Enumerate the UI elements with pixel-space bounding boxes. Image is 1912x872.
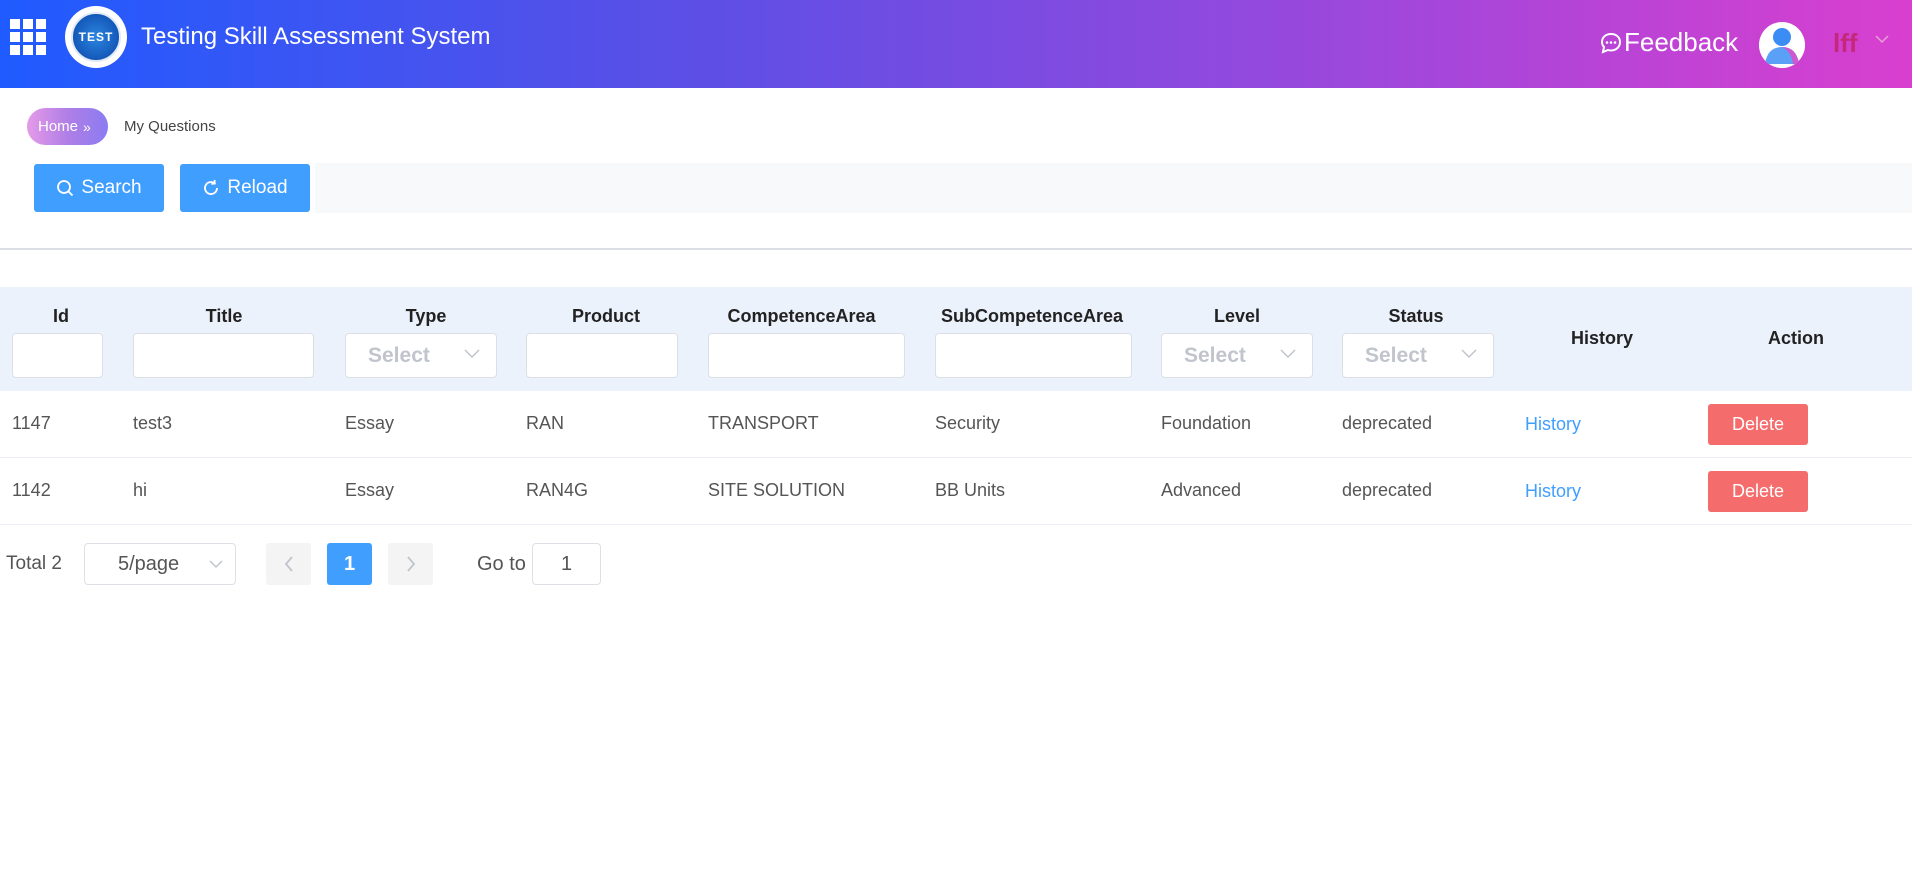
chat-bubble-icon <box>1600 32 1622 54</box>
chevron-down-icon <box>1461 349 1477 359</box>
top-header: TEST Testing Skill Assessment System Fee… <box>0 0 1912 88</box>
competence-area-filter-input[interactable] <box>708 333 905 378</box>
cell-sub-competence-area: BB Units <box>935 480 1006 500</box>
cell-sub-competence-area: Security <box>935 413 1001 433</box>
chevron-right-icon <box>406 556 415 572</box>
section-divider <box>0 248 1912 250</box>
app-title: Testing Skill Assessment System <box>141 23 491 50</box>
row-divider <box>0 524 1912 525</box>
double-chevron-right-icon: » <box>83 118 91 135</box>
breadcrumb-home[interactable]: Home » <box>27 108 108 145</box>
chevron-down-icon <box>1280 349 1296 359</box>
cell-status: deprecated <box>1342 480 1433 500</box>
product-filter-input[interactable] <box>526 333 678 378</box>
status-filter-select[interactable]: Select <box>1342 333 1494 378</box>
search-icon <box>57 180 74 197</box>
column-header-status[interactable]: Status <box>1341 306 1491 327</box>
goto-page-input[interactable]: 1 <box>532 543 601 585</box>
sub-competence-area-filter-input[interactable] <box>935 333 1132 378</box>
delete-button[interactable]: Delete <box>1708 471 1808 512</box>
page-size-select[interactable]: 5/page <box>84 543 236 585</box>
feedback-button[interactable]: Feedback <box>1600 27 1738 58</box>
refresh-icon <box>204 179 219 195</box>
chevron-down-icon <box>464 349 480 359</box>
column-header-title[interactable]: Title <box>134 306 314 327</box>
cell-level: Foundation <box>1161 413 1252 433</box>
chevron-down-icon[interactable] <box>1875 34 1889 44</box>
column-header-id[interactable]: Id <box>12 306 110 327</box>
page-size-value: 5/page <box>118 552 180 575</box>
user-avatar[interactable] <box>1759 22 1805 68</box>
prev-page-button[interactable] <box>266 543 311 585</box>
level-filter-placeholder: Select <box>1184 343 1246 367</box>
pagination-total: Total 2 <box>6 553 62 574</box>
logo-badge: TEST <box>71 12 121 62</box>
feedback-label: Feedback <box>1624 27 1739 57</box>
next-page-button[interactable] <box>388 543 433 585</box>
search-button[interactable]: Search <box>34 164 164 212</box>
search-button-label: Search <box>81 177 142 198</box>
chevron-down-icon <box>209 560 223 569</box>
cell-level: Advanced <box>1161 480 1242 500</box>
column-header-sub-competence-area[interactable]: SubCompetenceArea <box>932 306 1132 327</box>
cell-id: 1147 <box>12 413 51 433</box>
id-filter-input[interactable] <box>12 333 103 378</box>
reload-button-label: Reload <box>227 177 288 198</box>
cell-competence-area: TRANSPORT <box>708 413 819 433</box>
toolbar-background <box>315 163 1912 213</box>
cell-product: RAN <box>526 413 565 433</box>
status-filter-placeholder: Select <box>1365 343 1427 367</box>
row-divider <box>0 457 1912 458</box>
app-logo: TEST <box>65 6 127 68</box>
history-link[interactable]: History <box>1525 414 1581 435</box>
column-header-action: Action <box>1768 328 1824 348</box>
cell-product: RAN4G <box>526 480 589 500</box>
level-filter-select[interactable]: Select <box>1161 333 1313 378</box>
column-header-product[interactable]: Product <box>526 306 686 327</box>
cell-id: 1142 <box>12 480 51 500</box>
breadcrumb-home-label: Home <box>38 118 79 135</box>
apps-grid-icon[interactable] <box>10 19 46 55</box>
type-filter-select[interactable]: Select <box>345 333 497 378</box>
page-number-button[interactable]: 1 <box>327 543 372 585</box>
column-header-type[interactable]: Type <box>345 306 507 327</box>
user-icon <box>1759 22 1805 68</box>
column-header-level[interactable]: Level <box>1160 306 1314 327</box>
title-filter-input[interactable] <box>133 333 314 378</box>
cell-status: deprecated <box>1342 413 1433 433</box>
cell-type: Essay <box>345 413 395 433</box>
cell-type: Essay <box>345 480 395 500</box>
cell-title: test3 <box>133 413 173 433</box>
username[interactable]: lff <box>1833 28 1858 59</box>
breadcrumb-current: My Questions <box>124 118 216 135</box>
type-filter-placeholder: Select <box>368 343 430 367</box>
column-header-competence-area[interactable]: CompetenceArea <box>708 306 895 327</box>
goto-label: Go to <box>477 553 526 575</box>
chevron-left-icon <box>284 556 293 572</box>
reload-button[interactable]: Reload <box>180 164 310 212</box>
column-header-history: History <box>1570 328 1633 348</box>
logo-text: TEST <box>78 30 114 44</box>
delete-button[interactable]: Delete <box>1708 404 1808 445</box>
cell-competence-area: SITE SOLUTION <box>708 480 846 500</box>
cell-title: hi <box>133 480 148 500</box>
history-link[interactable]: History <box>1525 481 1581 502</box>
